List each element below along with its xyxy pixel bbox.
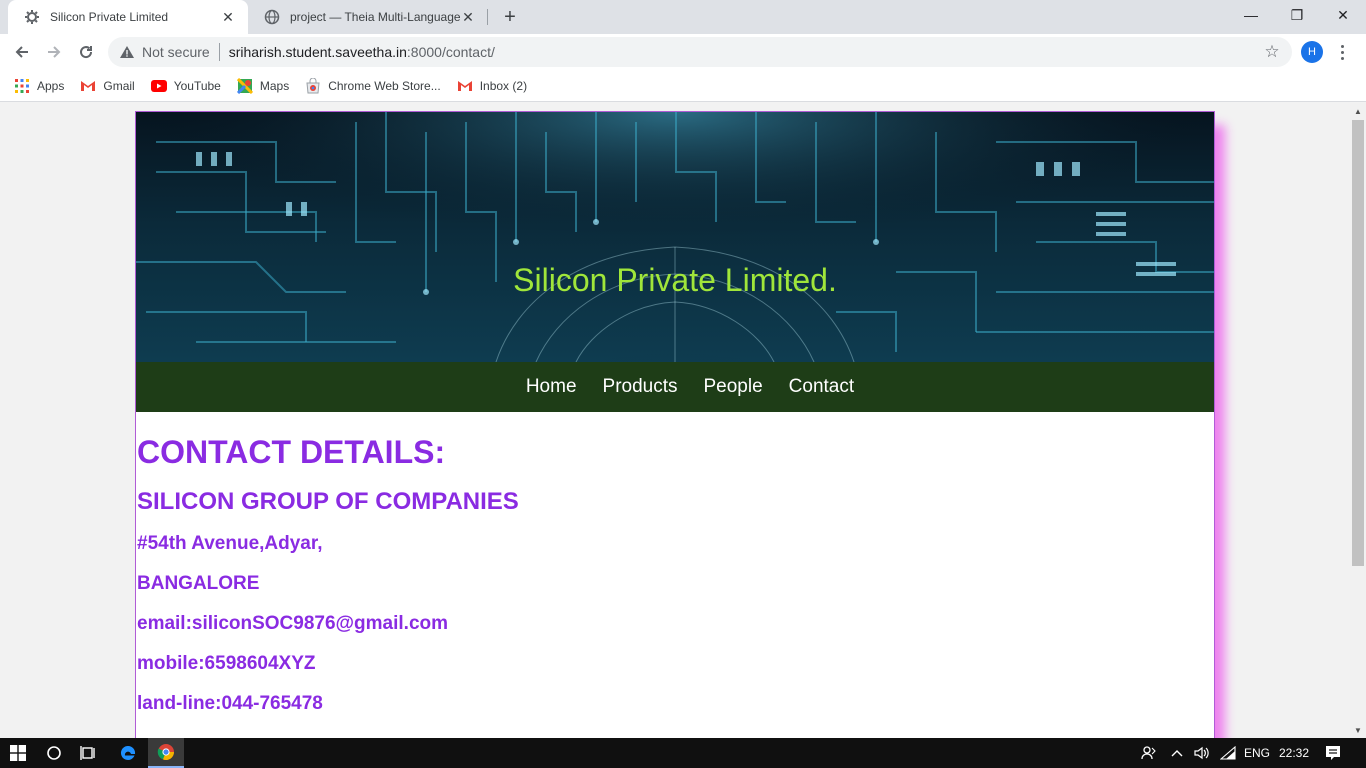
not-secure-label[interactable]: Not secure (142, 44, 210, 60)
new-tab-button[interactable]: + (498, 5, 522, 29)
hero-banner: Silicon Private Limited. (136, 112, 1214, 362)
apps-grid-icon (14, 78, 30, 94)
tab-theia[interactable]: project — Theia Multi-Language ✕ (248, 0, 488, 34)
address-line: #54th Avenue,Adyar, (137, 533, 323, 554)
landline-line: land-line:044-765478 (137, 693, 323, 714)
bookmark-star-icon[interactable]: ☆ (1262, 42, 1282, 62)
volume-icon[interactable] (1192, 738, 1212, 768)
tab-silicon[interactable]: Silicon Private Limited ✕ (8, 0, 248, 34)
email-line: email:siliconSOC9876@gmail.com (137, 613, 449, 634)
reload-icon[interactable] (72, 38, 100, 66)
nav-products-link[interactable]: Products (603, 376, 678, 398)
bookmark-label: Apps (37, 78, 65, 93)
maps-icon (236, 77, 253, 94)
nav-contact-link[interactable]: Contact (789, 376, 854, 398)
youtube-icon (150, 78, 167, 94)
bookmark-youtube[interactable]: YouTube (150, 78, 221, 94)
page-scrollbar[interactable]: ▲ ▼ (1350, 103, 1366, 738)
tab-close-icon[interactable]: ✕ (220, 9, 236, 25)
tab-strip: Silicon Private Limited ✕ project — Thei… (0, 0, 1366, 34)
search-circle-icon[interactable] (38, 738, 70, 768)
url-text[interactable]: sriharish.student.saveetha.in:8000/conta… (229, 44, 495, 60)
chrome-taskbar-icon[interactable] (148, 738, 184, 768)
bookmark-label: Gmail (103, 78, 135, 93)
scroll-down-arrow-icon[interactable]: ▼ (1350, 722, 1366, 738)
tab-title: project — Theia Multi-Language (290, 10, 460, 24)
url-host: sriharish.student.saveetha.in (228, 44, 407, 60)
people-icon[interactable] (1138, 738, 1160, 768)
window-close-button[interactable]: ✕ (1320, 0, 1366, 30)
tab-title: Silicon Private Limited (50, 10, 169, 24)
minimize-button[interactable]: — (1228, 0, 1274, 30)
warning-triangle-icon[interactable] (118, 43, 136, 61)
bookmark-label: Inbox (2) (479, 78, 528, 93)
forward-arrow-icon[interactable] (40, 38, 68, 66)
scrollbar-thumb[interactable] (1352, 120, 1364, 566)
omnibox-divider (218, 43, 220, 61)
nav-people-link[interactable]: People (704, 376, 763, 398)
bookmark-maps[interactable]: Maps (236, 77, 290, 94)
bookmark-gmail[interactable]: Gmail (80, 78, 135, 94)
language-indicator[interactable]: ENG (1244, 738, 1270, 768)
windows-start-icon[interactable] (0, 738, 36, 768)
company-name: SILICON GROUP OF COMPANIES (137, 488, 519, 515)
wifi-icon[interactable] (1218, 738, 1238, 768)
bookmark-apps[interactable]: Apps (14, 78, 64, 94)
bookmark-webstore[interactable]: Chrome Web Store... (305, 77, 441, 94)
chrome-menu-icon[interactable] (1334, 41, 1350, 63)
city-line: BANGALORE (137, 573, 260, 594)
gear-favicon-icon (24, 9, 40, 25)
url-path: :8000/contact/ (406, 44, 495, 60)
bookmark-inbox[interactable]: Inbox (2) (457, 78, 527, 94)
banner-title: Silicon Private Limited. (513, 262, 837, 298)
windows-taskbar: ENG 22:32 (0, 738, 1366, 768)
globe-icon (264, 9, 280, 25)
back-arrow-icon[interactable] (8, 38, 36, 66)
profile-avatar[interactable]: H (1301, 41, 1323, 63)
gmail-icon (457, 78, 473, 94)
bookmark-label: Maps (259, 78, 290, 93)
edge-browser-icon[interactable] (110, 738, 146, 768)
scroll-up-arrow-icon[interactable]: ▲ (1350, 103, 1366, 119)
bookmark-label: YouTube (173, 78, 221, 93)
action-center-icon[interactable] (1320, 738, 1346, 768)
show-hidden-icons-chevron-icon[interactable] (1168, 738, 1186, 768)
circuit-board-image (136, 112, 1214, 362)
gmail-icon (80, 78, 96, 94)
browser-toolbar: Not secure sriharish.student.saveetha.in… (0, 34, 1366, 70)
nav-home-link[interactable]: Home (526, 376, 577, 398)
mobile-line: mobile:6598604XYZ (137, 653, 316, 674)
tab-close-icon[interactable]: ✕ (460, 9, 476, 25)
bookmark-label: Chrome Web Store... (328, 78, 441, 93)
webstore-icon (305, 77, 321, 94)
address-bar[interactable]: Not secure sriharish.student.saveetha.in… (108, 37, 1292, 67)
site-container: Silicon Private Limited. Home Products P… (135, 111, 1215, 738)
page-title: CONTACT DETAILS: (137, 434, 446, 470)
contact-content: CONTACT DETAILS: SILICON GROUP OF COMPAN… (136, 432, 1214, 715)
task-view-icon[interactable] (72, 738, 106, 768)
main-nav: Home Products People Contact (136, 362, 1214, 412)
maximize-button[interactable]: ❐ (1274, 0, 1320, 30)
clock-time[interactable]: 22:32 (1274, 738, 1314, 768)
page-viewport: Silicon Private Limited. Home Products P… (0, 103, 1350, 738)
bookmarks-bar: Apps Gmail YouTube Maps Chrome Web Store… (0, 70, 1366, 102)
